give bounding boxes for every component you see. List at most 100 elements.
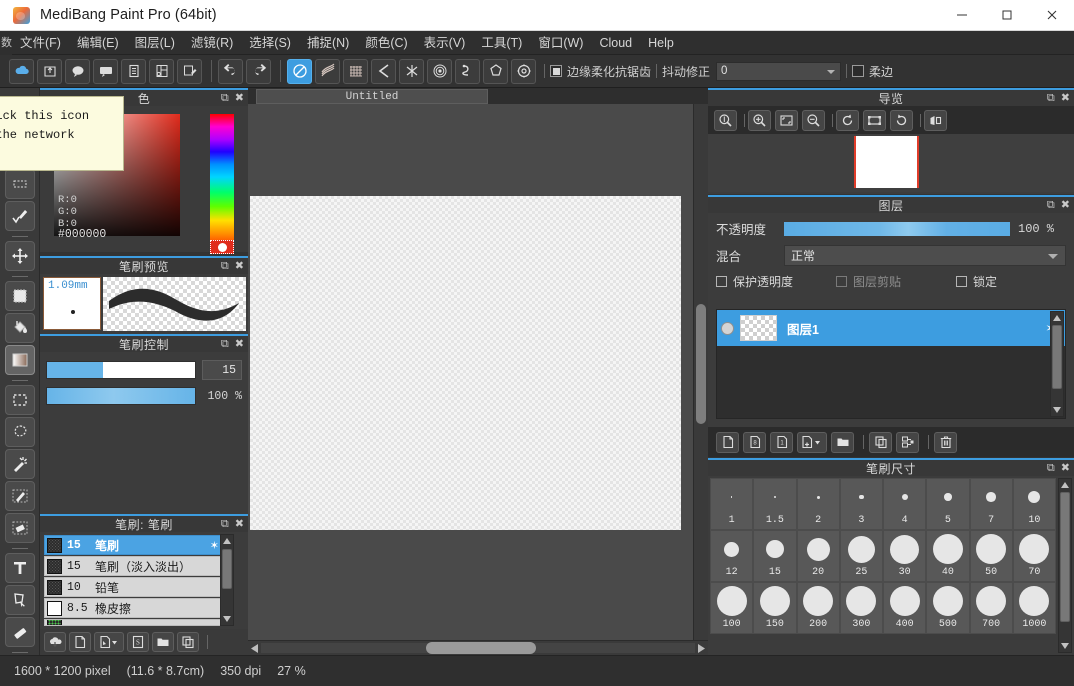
- rotate-left-icon[interactable]: [836, 110, 859, 131]
- blend-mode-select[interactable]: 正常: [784, 245, 1066, 266]
- new-folder-icon[interactable]: [831, 432, 854, 453]
- canvas-vertical-scrollbar[interactable]: [693, 104, 708, 640]
- duplicate-brush-dropdown-icon[interactable]: [94, 632, 124, 652]
- float-panel-icon[interactable]: ⧉: [221, 91, 229, 105]
- upload-icon[interactable]: [37, 59, 62, 84]
- panel-layout-icon[interactable]: [149, 59, 174, 84]
- antialias-checkbox[interactable]: [550, 65, 562, 77]
- brush-size-value[interactable]: 15: [202, 360, 242, 380]
- close-panel-icon[interactable]: ✖: [235, 337, 244, 351]
- eye-visibility-icon[interactable]: [721, 322, 734, 335]
- close-panel-icon[interactable]: ✖: [1061, 198, 1070, 212]
- brush-size-cell[interactable]: 30: [883, 530, 926, 582]
- scroll-up-arrow-icon[interactable]: [222, 536, 232, 546]
- close-panel-icon[interactable]: ✖: [1061, 91, 1070, 105]
- grid-icon[interactable]: [343, 59, 368, 84]
- comment-cloud-icon[interactable]: [65, 59, 90, 84]
- undo-icon[interactable]: [218, 59, 243, 84]
- scroll-right-arrow-icon[interactable]: [695, 642, 708, 655]
- shape-arrow-icon[interactable]: [5, 585, 35, 615]
- layer-list-scrollbar[interactable]: [1050, 311, 1064, 417]
- redo-icon[interactable]: [246, 59, 271, 84]
- brush-size-cell[interactable]: 25: [840, 530, 883, 582]
- brush-size-cell[interactable]: 500: [926, 582, 969, 634]
- new-brush-icon[interactable]: [69, 632, 91, 652]
- text-tool-icon[interactable]: [5, 553, 35, 583]
- list-item[interactable]: 15 笔刷（淡入淡出）: [44, 556, 224, 576]
- concentric-ruler-icon[interactable]: [427, 59, 452, 84]
- close-panel-icon[interactable]: ✖: [235, 91, 244, 105]
- list-item[interactable]: 10 铅笔: [44, 577, 224, 597]
- scroll-down-arrow-icon[interactable]: [1060, 641, 1070, 651]
- angle-ruler-icon[interactable]: [371, 59, 396, 84]
- brush-opacity-slider[interactable]: [46, 387, 196, 405]
- menu-item-edit[interactable]: 编辑(E): [69, 31, 127, 55]
- menu-item-help[interactable]: Help: [640, 31, 682, 55]
- checkbox-icon[interactable]: [836, 276, 847, 287]
- brush-size-cell[interactable]: 150: [753, 582, 796, 634]
- clipping-checkbox[interactable]: 图层剪贴: [836, 273, 956, 290]
- eraser-icon[interactable]: [5, 617, 35, 647]
- menu-item-view[interactable]: 表示(V): [416, 31, 474, 55]
- zoom-in-icon[interactable]: [748, 110, 771, 131]
- polygon-ruler-icon[interactable]: [483, 59, 508, 84]
- scroll-left-arrow-icon[interactable]: [248, 642, 261, 655]
- document-icon[interactable]: [121, 59, 146, 84]
- hue-marker[interactable]: [210, 240, 234, 254]
- brush-size-cell[interactable]: 4: [883, 478, 926, 530]
- brush-size-cell[interactable]: 15: [753, 530, 796, 582]
- brush-size-scrollbar[interactable]: [1058, 478, 1072, 653]
- brush-size-cell[interactable]: 70: [1013, 530, 1056, 582]
- reset-rotation-icon[interactable]: [863, 110, 886, 131]
- hex-value[interactable]: #000000: [58, 228, 106, 241]
- fit-screen-icon[interactable]: [775, 110, 798, 131]
- protect-alpha-checkbox[interactable]: 保护透明度: [716, 273, 836, 290]
- scroll-down-arrow-icon[interactable]: [1052, 405, 1062, 415]
- menu-item-capture[interactable]: 捕捉(N): [299, 31, 357, 55]
- close-panel-icon[interactable]: ✖: [235, 259, 244, 273]
- canvas-horizontal-scrollbar[interactable]: [248, 640, 708, 655]
- close-panel-icon[interactable]: ✖: [1061, 461, 1070, 475]
- magic-wand-icon[interactable]: [5, 449, 35, 479]
- document-tab-untitled[interactable]: Untitled: [256, 89, 488, 104]
- brush-size-cell[interactable]: 100: [710, 582, 753, 634]
- brush-size-cell[interactable]: 3: [840, 478, 883, 530]
- brush-size-cell[interactable]: 400: [883, 582, 926, 634]
- navigation-thumbnail[interactable]: [854, 136, 919, 188]
- brush-size-cell[interactable]: 1: [710, 478, 753, 530]
- rectangle-select-hidden-icon[interactable]: [5, 169, 35, 199]
- lasso-select-icon[interactable]: [5, 417, 35, 447]
- brush-size-cell[interactable]: 50: [970, 530, 1013, 582]
- scrollbar-thumb[interactable]: [696, 304, 706, 424]
- layer-row[interactable]: 图层1 ✶: [717, 310, 1065, 346]
- zoom-out-icon[interactable]: [802, 110, 825, 131]
- download-brush-icon[interactable]: [44, 632, 66, 652]
- bucket-fill-icon[interactable]: [5, 313, 35, 343]
- float-panel-icon[interactable]: ⧉: [1047, 91, 1055, 105]
- menu-item-filter[interactable]: 滤镜(R): [183, 31, 241, 55]
- close-icon[interactable]: [1029, 0, 1074, 31]
- float-panel-icon[interactable]: ⧉: [1047, 461, 1055, 475]
- scrollbar-thumb[interactable]: [426, 642, 536, 654]
- edit-panel-icon[interactable]: [177, 59, 202, 84]
- new-8bit-layer-icon[interactable]: 8: [743, 432, 766, 453]
- menu-item-layer[interactable]: 图层(L): [127, 31, 183, 55]
- navigation-preview[interactable]: [708, 134, 1074, 192]
- menu-item-file[interactable]: 文件(F): [12, 31, 69, 55]
- folder-icon[interactable]: [152, 632, 174, 652]
- menu-item-window[interactable]: 窗口(W): [530, 31, 591, 55]
- radial-ruler-icon[interactable]: [399, 59, 424, 84]
- brush-size-slider[interactable]: [46, 361, 196, 379]
- hue-strip[interactable]: [210, 114, 234, 254]
- brush-size-cell[interactable]: 2: [797, 478, 840, 530]
- hatch-icon[interactable]: [315, 59, 340, 84]
- scrollbar-thumb[interactable]: [222, 549, 232, 589]
- brush-size-cell[interactable]: 20: [797, 530, 840, 582]
- brush-size-cell[interactable]: 200: [797, 582, 840, 634]
- brush-size-cell[interactable]: 40: [926, 530, 969, 582]
- canvas-viewport[interactable]: [248, 104, 708, 655]
- maximize-icon[interactable]: [984, 0, 1029, 31]
- brush-size-cell[interactable]: 7: [970, 478, 1013, 530]
- new-layer-icon[interactable]: [716, 432, 739, 453]
- fill-rect-icon[interactable]: [5, 281, 35, 311]
